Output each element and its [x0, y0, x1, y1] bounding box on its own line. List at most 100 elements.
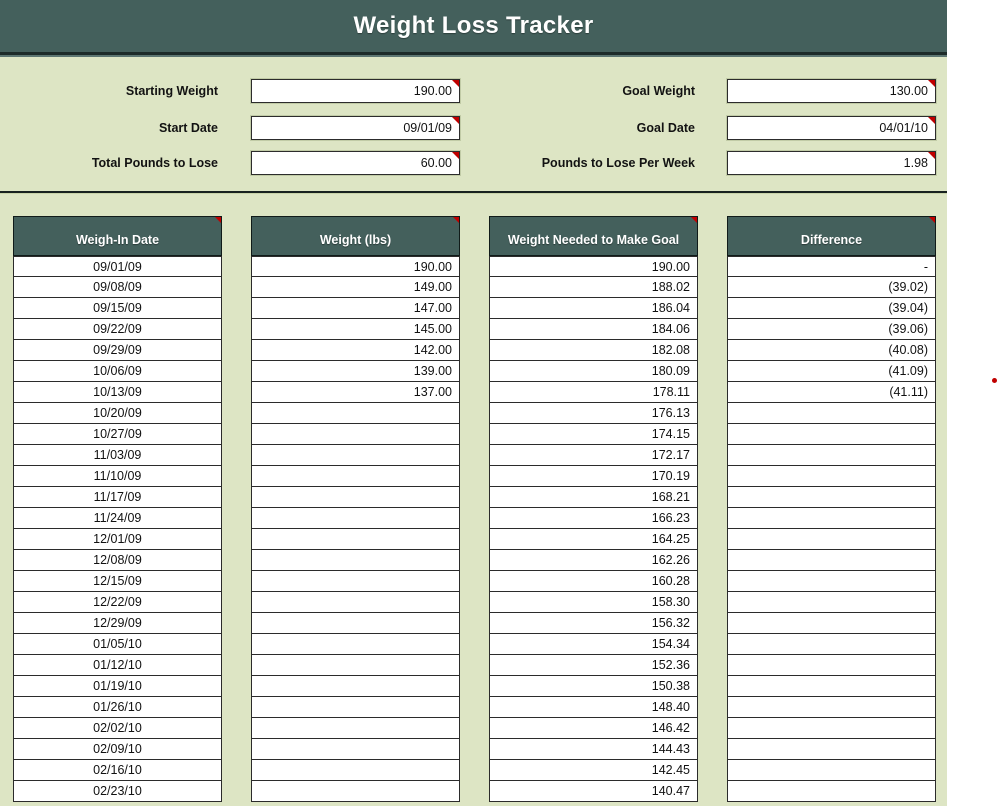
table-cell[interactable]: 186.04 [489, 298, 698, 319]
table-cell[interactable] [727, 697, 936, 718]
table-cell[interactable]: 11/10/09 [13, 466, 222, 487]
table-cell[interactable] [727, 613, 936, 634]
table-cell[interactable]: 01/26/10 [13, 697, 222, 718]
table-cell[interactable] [727, 508, 936, 529]
table-cell[interactable] [727, 781, 936, 802]
table-cell[interactable]: 180.09 [489, 361, 698, 382]
table-cell[interactable]: 145.00 [251, 319, 460, 340]
table-cell[interactable] [251, 781, 460, 802]
table-cell[interactable]: 09/01/09 [13, 256, 222, 277]
table-cell[interactable] [251, 571, 460, 592]
table-cell[interactable]: (39.04) [727, 298, 936, 319]
table-cell[interactable]: 02/23/10 [13, 781, 222, 802]
input-start-date[interactable]: 09/01/09 [251, 116, 460, 140]
table-cell[interactable]: 150.38 [489, 676, 698, 697]
table-cell[interactable]: 152.36 [489, 655, 698, 676]
table-cell[interactable]: - [727, 256, 936, 277]
table-cell[interactable]: (39.02) [727, 277, 936, 298]
table-cell[interactable]: 190.00 [251, 256, 460, 277]
table-cell[interactable] [251, 592, 460, 613]
table-cell[interactable] [727, 529, 936, 550]
column-header-weight-needed-to-make-goal[interactable]: Weight Needed to Make Goal [489, 216, 698, 256]
table-cell[interactable]: 01/19/10 [13, 676, 222, 697]
table-cell[interactable]: 09/15/09 [13, 298, 222, 319]
table-cell[interactable] [251, 487, 460, 508]
table-cell[interactable]: 11/24/09 [13, 508, 222, 529]
table-cell[interactable]: 184.06 [489, 319, 698, 340]
table-cell[interactable] [727, 550, 936, 571]
table-cell[interactable] [251, 697, 460, 718]
table-cell[interactable]: 02/16/10 [13, 760, 222, 781]
table-cell[interactable]: 170.19 [489, 466, 698, 487]
table-cell[interactable]: 10/20/09 [13, 403, 222, 424]
table-cell[interactable] [727, 466, 936, 487]
table-cell[interactable]: 142.00 [251, 340, 460, 361]
table-cell[interactable] [727, 655, 936, 676]
table-cell[interactable]: 160.28 [489, 571, 698, 592]
table-cell[interactable]: 09/29/09 [13, 340, 222, 361]
table-cell[interactable]: 158.30 [489, 592, 698, 613]
table-cell[interactable]: 142.45 [489, 760, 698, 781]
table-cell[interactable]: 162.26 [489, 550, 698, 571]
table-cell[interactable] [727, 403, 936, 424]
table-cell[interactable]: 09/08/09 [13, 277, 222, 298]
table-cell[interactable]: 09/22/09 [13, 319, 222, 340]
table-cell[interactable]: 147.00 [251, 298, 460, 319]
table-cell[interactable]: 01/05/10 [13, 634, 222, 655]
table-cell[interactable]: 144.43 [489, 739, 698, 760]
table-cell[interactable] [251, 718, 460, 739]
table-cell[interactable] [727, 676, 936, 697]
table-cell[interactable]: 12/22/09 [13, 592, 222, 613]
column-header-weight[interactable]: Weight (lbs) [251, 216, 460, 256]
table-cell[interactable]: 178.11 [489, 382, 698, 403]
table-cell[interactable]: 168.21 [489, 487, 698, 508]
table-cell[interactable] [251, 550, 460, 571]
table-cell[interactable]: 10/06/09 [13, 361, 222, 382]
table-cell[interactable]: (41.11) [727, 382, 936, 403]
input-goal-date[interactable]: 04/01/10 [727, 116, 936, 140]
table-cell[interactable] [727, 424, 936, 445]
table-cell[interactable]: 176.13 [489, 403, 698, 424]
table-cell[interactable] [251, 466, 460, 487]
table-cell[interactable] [251, 529, 460, 550]
table-cell[interactable] [251, 739, 460, 760]
table-cell[interactable]: 10/13/09 [13, 382, 222, 403]
table-cell[interactable]: 01/12/10 [13, 655, 222, 676]
table-cell[interactable]: 12/15/09 [13, 571, 222, 592]
table-cell[interactable]: 137.00 [251, 382, 460, 403]
table-cell[interactable]: 12/29/09 [13, 613, 222, 634]
table-cell[interactable] [251, 508, 460, 529]
table-cell[interactable] [727, 445, 936, 466]
table-cell[interactable] [251, 634, 460, 655]
input-starting-weight[interactable]: 190.00 [251, 79, 460, 103]
table-cell[interactable]: 156.32 [489, 613, 698, 634]
table-cell[interactable] [727, 739, 936, 760]
table-cell[interactable]: 12/01/09 [13, 529, 222, 550]
table-cell[interactable]: 182.08 [489, 340, 698, 361]
input-goal-weight[interactable]: 130.00 [727, 79, 936, 103]
table-cell[interactable] [251, 403, 460, 424]
table-cell[interactable]: (39.06) [727, 319, 936, 340]
table-cell[interactable]: 149.00 [251, 277, 460, 298]
table-cell[interactable]: 10/27/09 [13, 424, 222, 445]
input-pounds-to-lose-per-week[interactable]: 1.98 [727, 151, 936, 175]
column-header-difference[interactable]: Difference [727, 216, 936, 256]
table-cell[interactable] [727, 487, 936, 508]
table-cell[interactable]: 140.47 [489, 781, 698, 802]
table-cell[interactable] [251, 676, 460, 697]
table-cell[interactable]: 12/08/09 [13, 550, 222, 571]
table-cell[interactable]: 146.42 [489, 718, 698, 739]
table-cell[interactable] [727, 760, 936, 781]
input-total-pounds-to-lose[interactable]: 60.00 [251, 151, 460, 175]
table-cell[interactable]: 148.40 [489, 697, 698, 718]
table-cell[interactable]: 188.02 [489, 277, 698, 298]
table-cell[interactable]: 190.00 [489, 256, 698, 277]
table-cell[interactable]: 02/02/10 [13, 718, 222, 739]
table-cell[interactable]: (41.09) [727, 361, 936, 382]
table-cell[interactable] [251, 655, 460, 676]
table-cell[interactable] [727, 571, 936, 592]
table-cell[interactable] [251, 760, 460, 781]
table-cell[interactable]: 174.15 [489, 424, 698, 445]
table-cell[interactable]: 154.34 [489, 634, 698, 655]
table-cell[interactable]: 02/09/10 [13, 739, 222, 760]
